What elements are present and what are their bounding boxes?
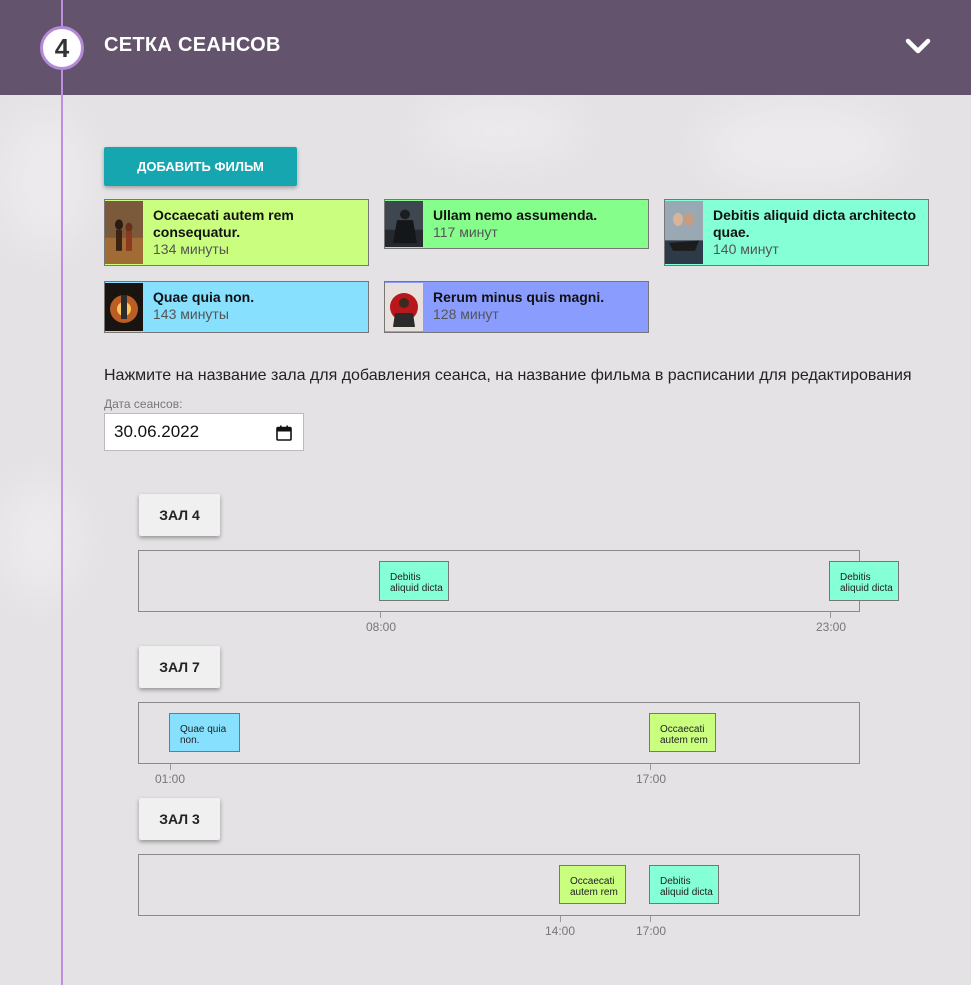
- time-tick: [650, 916, 651, 922]
- date-label: Дата сеансов:: [104, 397, 183, 411]
- calendar-icon[interactable]: [276, 425, 292, 441]
- section-title: СЕТКА СЕАНСОВ: [104, 34, 281, 56]
- time-tick: [560, 916, 561, 922]
- movie-title: Debitis aliquid dicta architecto quae.: [713, 207, 917, 240]
- add-film-button[interactable]: ДОБАВИТЬ ФИЛЬМ: [104, 147, 297, 186]
- background-decoration: [700, 100, 900, 190]
- hall-timeline: [138, 550, 860, 612]
- session-block[interactable]: Debitis aliquid dicta: [649, 865, 719, 904]
- chevron-down-icon[interactable]: [904, 36, 932, 56]
- hall-button[interactable]: ЗАЛ 4: [139, 494, 220, 536]
- session-block[interactable]: Occaecati autem rem: [649, 713, 716, 752]
- session-block[interactable]: Debitis aliquid dicta: [379, 561, 449, 601]
- movie-poster-image: [665, 201, 703, 264]
- movie-title: Occaecati autem rem consequatur.: [153, 207, 294, 240]
- movie-card[interactable]: Occaecati autem rem consequatur. 134 мин…: [104, 199, 369, 266]
- hall-button[interactable]: ЗАЛ 3: [139, 798, 220, 840]
- background-decoration: [420, 100, 580, 160]
- instruction-text: Нажмите на название зала для добавления …: [104, 367, 912, 384]
- session-time-label: 17:00: [636, 924, 667, 938]
- movie-duration: 117 минут: [433, 224, 498, 240]
- movie-card[interactable]: Rerum minus quis magni. 128 минут: [384, 281, 649, 333]
- movie-poster-image: [105, 201, 143, 264]
- movie-duration: 140 минут: [713, 241, 779, 257]
- session-block[interactable]: Debitis aliquid dicta: [829, 561, 899, 601]
- session-time-label: 01:00: [155, 772, 186, 786]
- movie-duration: 128 минут: [433, 306, 499, 322]
- movie-duration: 134 минуты: [153, 241, 229, 257]
- session-time-label: 14:00: [545, 924, 576, 938]
- date-value: 30.06.2022: [114, 422, 200, 441]
- hall-button[interactable]: ЗАЛ 7: [139, 646, 220, 688]
- movie-title: Quae quia non.: [153, 289, 255, 305]
- session-block[interactable]: Occaecati autem rem: [559, 865, 626, 904]
- movie-poster-image: [385, 201, 423, 247]
- step-connector-line: [61, 0, 63, 985]
- background-decoration: [0, 480, 80, 600]
- time-tick: [650, 764, 651, 770]
- time-tick: [170, 764, 171, 770]
- session-time-label: 23:00: [816, 620, 847, 634]
- movie-title: Rerum minus quis magni.: [433, 289, 605, 305]
- movie-poster-image: [105, 283, 143, 331]
- time-tick: [830, 612, 831, 618]
- movie-title: Ullam nemo assumenda.: [433, 207, 598, 223]
- movie-card[interactable]: Ullam nemo assumenda. 117 минут: [384, 199, 649, 249]
- background-decoration: [0, 110, 90, 250]
- session-time-label: 08:00: [366, 620, 397, 634]
- step-number-badge: 4: [40, 26, 84, 70]
- time-tick: [380, 612, 381, 618]
- movie-card[interactable]: Debitis aliquid dicta architecto quae. 1…: [664, 199, 929, 266]
- hall-timeline: [138, 854, 860, 916]
- date-input[interactable]: 30.06.2022: [104, 413, 304, 451]
- session-time-label: 17:00: [636, 772, 667, 786]
- movie-poster-image: [385, 283, 423, 331]
- movie-duration: 143 минуты: [153, 306, 229, 322]
- movie-card[interactable]: Quae quia non. 143 минуты: [104, 281, 369, 333]
- hall-timeline: [138, 702, 860, 764]
- session-block[interactable]: Quae quia non.: [169, 713, 240, 752]
